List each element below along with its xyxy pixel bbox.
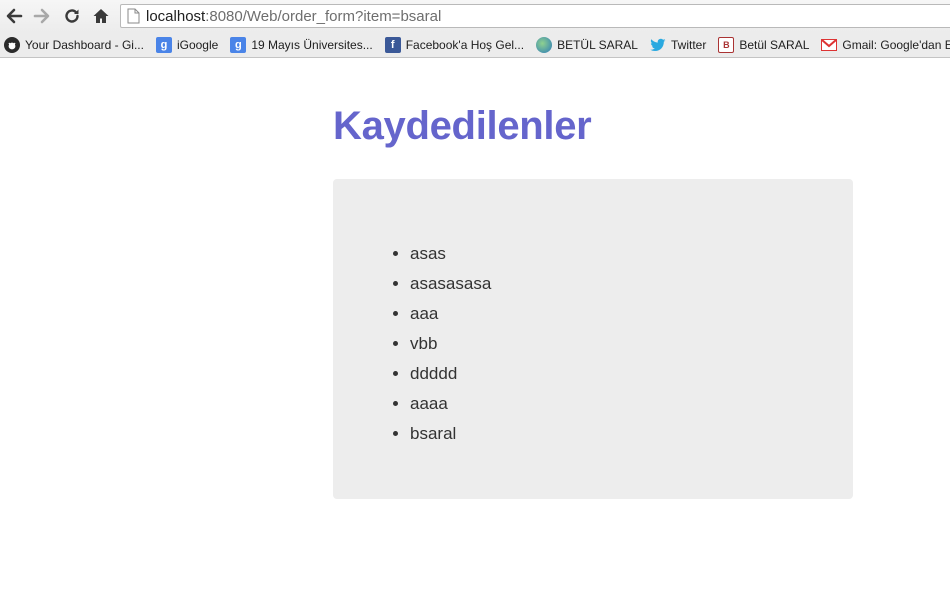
home-button[interactable]: [90, 5, 112, 27]
saved-items-panel: asas asasasasa aaa vbb ddddd aaaa bsaral: [333, 179, 853, 499]
forward-button[interactable]: [31, 5, 53, 27]
back-button[interactable]: [3, 5, 25, 27]
bookmark-label: iGoogle: [176, 38, 219, 52]
gmail-icon: [821, 37, 838, 53]
bookmark-label: Betül SARAL: [739, 38, 810, 52]
page-icon: [127, 8, 140, 24]
twitter-icon: [650, 37, 666, 53]
bookmark-facebook[interactable]: f Facebook'a Hoş Gel...: [381, 34, 528, 56]
list-item: asasasasa: [410, 271, 491, 301]
url-host: localhost: [146, 7, 206, 25]
bookmark-label: Facebook'a Hoş Gel...: [405, 38, 525, 52]
bookmark-gmail[interactable]: Gmail: Google'dan E...: [817, 34, 950, 56]
blog-icon: B: [718, 37, 735, 53]
home-icon: [93, 9, 109, 23]
url-path: :8080/Web/order_form?item=bsaral: [205, 7, 442, 25]
bookmark-twitter[interactable]: Twitter: [646, 34, 710, 56]
bookmark-label: Your Dashboard - Gi...: [25, 38, 144, 52]
facebook-icon: f: [384, 37, 401, 53]
bookmark-your-dashboard[interactable]: Your Dashboard - Gi...: [0, 34, 148, 56]
list-item: vbb: [410, 331, 491, 361]
bookmark-label: BETÜL SARAL: [557, 38, 638, 52]
google-icon: g: [230, 37, 247, 53]
google-icon: g: [155, 37, 172, 53]
bookmark-label: Gmail: Google'dan E...: [842, 38, 950, 52]
list-item: aaa: [410, 301, 491, 331]
reload-icon: [65, 9, 79, 23]
reload-button[interactable]: [61, 5, 83, 27]
bookmark-betul-saral-upper[interactable]: BETÜL SARAL: [532, 34, 642, 56]
bookmark-igoogle[interactable]: g iGoogle: [152, 34, 222, 56]
bookmarks-bar: Your Dashboard - Gi... g iGoogle g 19 Ma…: [0, 33, 950, 58]
bookmark-label: Twitter: [670, 38, 707, 52]
bookmark-betul-saral[interactable]: B Betül SARAL: [714, 34, 813, 56]
globe-icon: [536, 37, 553, 53]
list-item: bsaral: [410, 421, 491, 451]
saved-items-list: asas asasasasa aaa vbb ddddd aaaa bsaral: [333, 241, 491, 451]
bookmark-19-mayis[interactable]: g 19 Mayıs Üniversites...: [226, 34, 376, 56]
bookmark-label: 19 Mayıs Üniversites...: [251, 38, 373, 52]
forward-arrow-icon: [33, 8, 50, 24]
url-text[interactable]: localhost:8080/Web/order_form?item=bsara…: [146, 8, 441, 25]
address-bar[interactable]: localhost:8080/Web/order_form?item=bsara…: [120, 4, 950, 28]
page-title: Kaydedilenler: [333, 104, 592, 148]
github-icon: [4, 37, 20, 53]
list-item: asas: [410, 241, 491, 271]
list-item: ddddd: [410, 361, 491, 391]
back-arrow-icon: [6, 8, 23, 24]
list-item: aaaa: [410, 391, 491, 421]
browser-toolbar: localhost:8080/Web/order_form?item=bsara…: [0, 0, 950, 33]
